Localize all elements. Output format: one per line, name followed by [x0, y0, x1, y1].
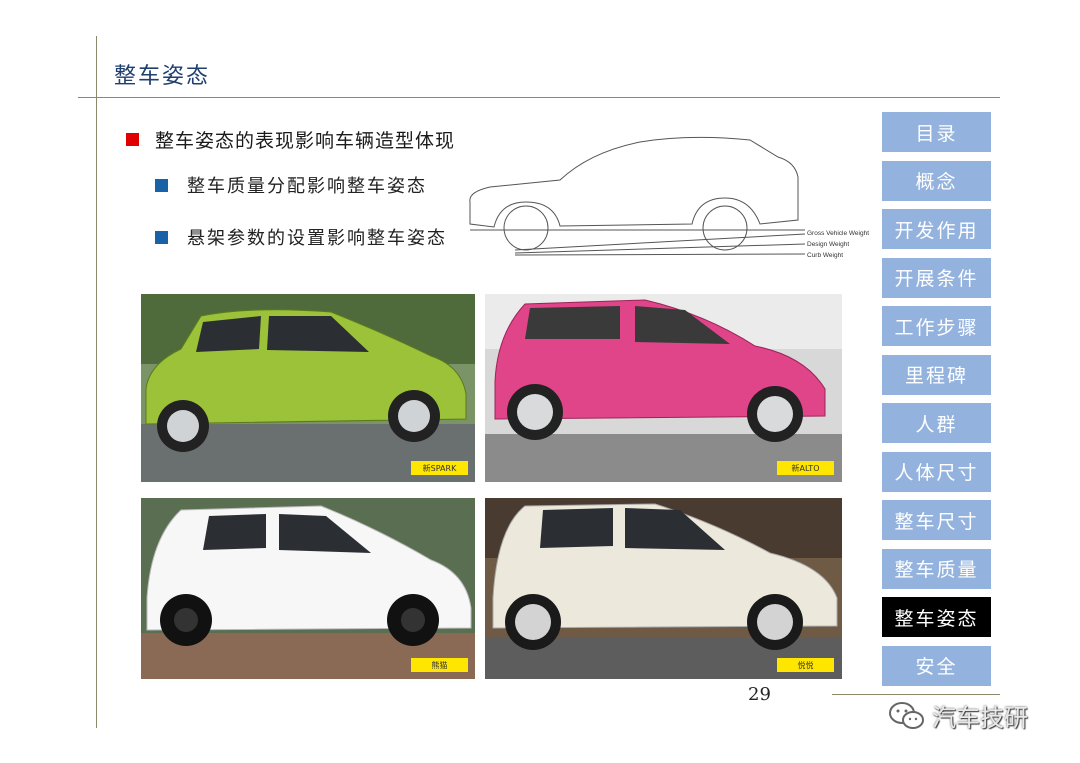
title-divider-line	[78, 97, 1000, 98]
photo-tag: 悦悦	[777, 658, 834, 672]
wechat-icon	[889, 701, 924, 729]
sub-bullet-text: 整车质量分配影响整车姿态	[187, 176, 427, 197]
main-bullet: 整车姿态的表现影响车辆造型体现	[126, 126, 455, 153]
label-curb-weight: Curb Weight	[807, 252, 843, 259]
blue-square-bullet-icon	[155, 231, 168, 244]
nav-item-vehicle-attitude[interactable]: 整车姿态	[882, 597, 991, 637]
label-design-weight: Design Weight	[807, 241, 849, 248]
page-number: 29	[748, 684, 771, 705]
label-gross-vehicle-weight: Gross Vehicle Weight	[807, 230, 869, 237]
nav-item-vehicle-dimensions[interactable]: 整车尺寸	[882, 500, 991, 540]
car-photo-spark: 新SPARK	[141, 294, 475, 482]
ground-line-2	[514, 233, 806, 251]
nav-item-work-steps[interactable]: 工作步骤	[882, 306, 991, 346]
nav-item-toc[interactable]: 目录	[882, 112, 991, 152]
car-photo-panda: 熊猫	[141, 498, 475, 679]
footer-divider-line	[832, 694, 1000, 695]
sub-bullet-2: 悬架参数的设置影响整车姿态	[155, 224, 447, 250]
photo-tag: 熊猫	[411, 658, 468, 672]
car-outline	[469, 136, 799, 228]
ground-line-3	[514, 243, 806, 254]
rear-wheel	[702, 205, 748, 251]
front-wheel	[503, 205, 549, 251]
watermark: 汽车技研	[888, 698, 1028, 733]
nav-item-milestones[interactable]: 里程碑	[882, 354, 991, 395]
nav-item-safety[interactable]: 安全	[882, 645, 991, 686]
slide-title: 整车姿态	[114, 64, 211, 89]
nav-item-population[interactable]: 人群	[882, 403, 991, 443]
blue-square-bullet-icon	[155, 179, 168, 192]
main-bullet-text: 整车姿态的表现影响车辆造型体现	[155, 130, 456, 152]
nav-item-vehicle-mass[interactable]: 整车质量	[882, 548, 991, 589]
nav-item-dev-role[interactable]: 开发作用	[882, 209, 991, 249]
sub-bullet-text: 悬架参数的设置影响整车姿态	[187, 228, 447, 249]
nav-item-conditions[interactable]: 开展条件	[882, 257, 991, 298]
left-divider-line	[96, 36, 97, 728]
red-square-bullet-icon	[126, 133, 139, 146]
photo-tag: 新SPARK	[411, 461, 468, 475]
sub-bullet-1: 整车质量分配影响整车姿态	[155, 172, 427, 198]
car-photo-alto: 新ALTO	[485, 294, 842, 482]
vehicle-weight-diagram: Gross Vehicle Weight Design Weight Curb …	[469, 136, 869, 259]
nav-item-concept[interactable]: 概念	[882, 160, 991, 201]
car-photo-yueyue: 悦悦	[485, 498, 842, 679]
ground-line-4	[514, 253, 806, 256]
photo-tag: 新ALTO	[777, 461, 834, 475]
section-nav: 目录 概念 开发作用 开展条件 工作步骤 里程碑 人群 人体尺寸 整车尺寸 整车…	[882, 112, 991, 694]
nav-item-body-dimensions[interactable]: 人体尺寸	[882, 451, 991, 492]
watermark-text: 汽车技研	[932, 704, 1028, 732]
